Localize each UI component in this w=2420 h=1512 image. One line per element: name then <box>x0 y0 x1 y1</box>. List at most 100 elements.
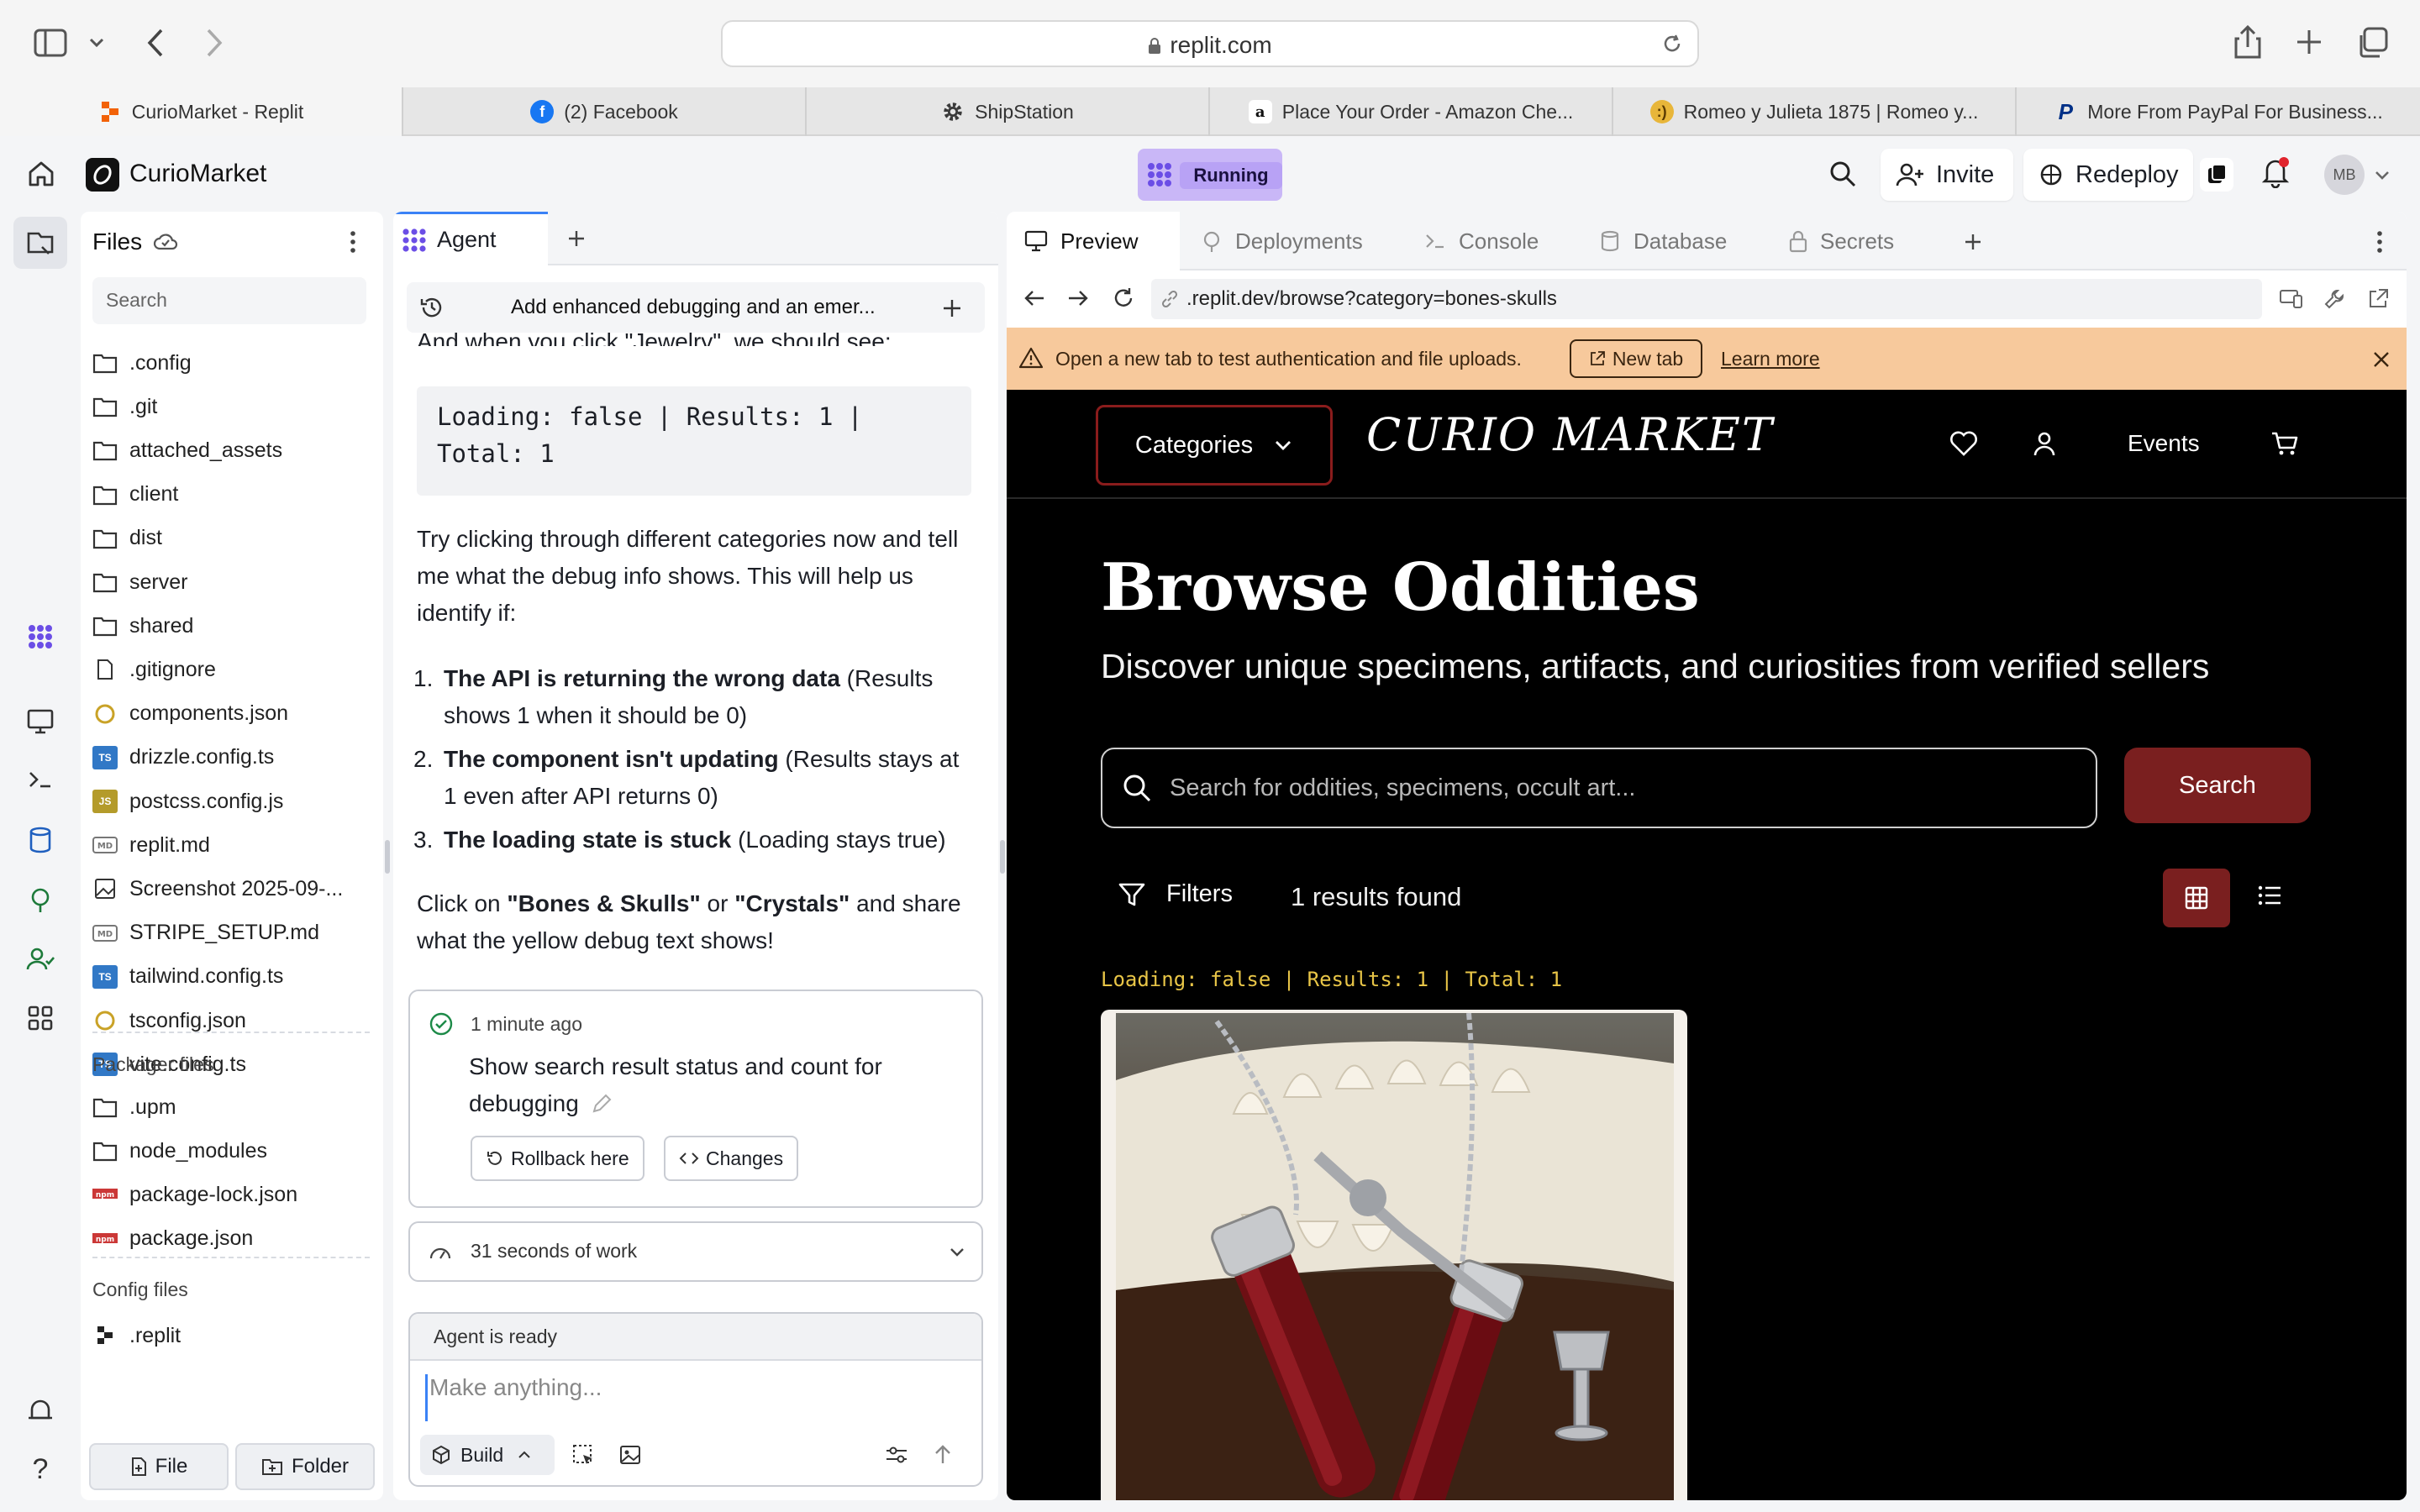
reload-icon[interactable] <box>1660 32 1684 55</box>
new-tab-button[interactable]: New tab <box>1570 339 1702 378</box>
filters-button[interactable]: Filters <box>1118 880 1233 908</box>
address-bar[interactable]: replit.com <box>721 20 1699 67</box>
avatar[interactable]: MB <box>2324 155 2365 195</box>
grid-view-button[interactable] <box>2163 869 2230 927</box>
chevron-down-icon[interactable] <box>2373 166 2391 185</box>
browser-tab-shipstation[interactable]: ShipStation <box>807 87 1210 136</box>
list-view-button[interactable] <box>2257 884 2282 907</box>
close-icon[interactable] <box>2371 349 2391 370</box>
preview-url-field[interactable]: .replit.dev/browse?category=bones-skulls <box>1151 279 2262 319</box>
forward-arrow-icon[interactable] <box>202 27 227 59</box>
folder-row[interactable]: .git <box>92 388 157 425</box>
preview-menu-icon[interactable] <box>2376 230 2383 254</box>
tab-preview[interactable]: Preview <box>1007 212 1180 270</box>
browser-tab-facebook[interactable]: f (2) Facebook <box>403 87 807 136</box>
file-row[interactable]: npm package.json <box>92 1221 253 1257</box>
search-icon[interactable] <box>1828 160 1857 188</box>
notification-bell-icon[interactable] <box>2260 156 2291 188</box>
panel-resize-handle[interactable] <box>385 840 390 874</box>
rollback-button[interactable]: Rollback here <box>471 1136 644 1181</box>
tab-agent[interactable]: Agent <box>393 212 548 265</box>
cart-icon[interactable] <box>2270 430 2299 457</box>
file-row[interactable]: tsconfig.json <box>92 1002 246 1039</box>
file-row[interactable]: .replit <box>92 1317 181 1354</box>
browser-tab-replit[interactable]: CurioMarket - Replit <box>0 87 403 136</box>
deployments-icon[interactable] <box>24 884 57 917</box>
database-icon[interactable] <box>24 823 57 857</box>
file-row[interactable]: components.json <box>92 696 288 732</box>
add-tab-icon[interactable] <box>1963 232 1983 252</box>
folder-row[interactable]: dist <box>92 520 162 557</box>
events-link[interactable]: Events <box>2128 430 2200 457</box>
browser-tab-romeo[interactable]: :) Romeo y Julieta 1875 | Romeo y... <box>1613 87 2017 136</box>
devices-icon[interactable] <box>2279 287 2304 311</box>
agent-icon[interactable] <box>24 620 57 654</box>
folder-row[interactable]: attached_assets <box>92 432 282 469</box>
chevron-down-icon[interactable] <box>87 34 106 52</box>
home-icon[interactable] <box>27 160 55 188</box>
sidebar-toggle-icon[interactable] <box>34 29 67 57</box>
site-logo[interactable]: CURIO MARKET <box>1366 408 1774 461</box>
apps-grid-icon[interactable] <box>24 1001 57 1035</box>
tab-secrets[interactable]: Secrets <box>1771 212 1911 270</box>
file-row[interactable]: MD STRIPE_SETUP.md <box>92 915 319 952</box>
changes-button[interactable]: Changes <box>664 1136 799 1181</box>
select-element-icon[interactable] <box>571 1443 595 1467</box>
file-row[interactable]: TS tailwind.config.ts <box>92 958 283 995</box>
panel-resize-handle[interactable] <box>1000 840 1005 874</box>
product-card[interactable] <box>1101 1010 1687 1500</box>
file-row[interactable]: TS drizzle.config.ts <box>92 739 274 776</box>
build-mode-button[interactable]: Build <box>420 1435 555 1475</box>
file-row[interactable]: .gitignore <box>92 651 216 688</box>
files-search-input[interactable]: Search <box>92 277 366 324</box>
preview-reload-icon[interactable] <box>1111 286 1136 311</box>
open-external-icon[interactable] <box>2366 287 2390 311</box>
back-arrow-icon[interactable] <box>143 27 168 59</box>
new-file-button[interactable]: File <box>89 1443 229 1490</box>
account-icon[interactable] <box>2032 430 2057 457</box>
preview-monitor-icon[interactable] <box>24 704 57 738</box>
file-row[interactable]: Screenshot 2025-09-... <box>92 870 343 907</box>
history-icon[interactable] <box>418 294 445 321</box>
new-thread-icon[interactable] <box>941 297 963 319</box>
preview-back-icon[interactable] <box>1022 286 1047 311</box>
heart-icon[interactable] <box>1949 430 1978 457</box>
tab-console[interactable]: Console <box>1407 212 1555 270</box>
tab-overview-icon[interactable] <box>2356 27 2388 59</box>
folder-row[interactable]: shared <box>92 607 193 644</box>
deploy-status-icon[interactable] <box>2200 158 2233 192</box>
agent-message-input[interactable]: Make anything... <box>425 1374 963 1421</box>
folder-row[interactable]: .config <box>92 344 192 381</box>
settings-sliders-icon[interactable] <box>884 1443 909 1467</box>
new-folder-button[interactable]: Folder <box>235 1443 375 1490</box>
alerts-icon[interactable] <box>24 1394 57 1428</box>
folder-row[interactable]: client <box>92 476 178 513</box>
learn-more-link[interactable]: Learn more <box>1721 348 1820 370</box>
project-name[interactable]: CurioMarket <box>129 160 266 188</box>
edit-pencil-icon[interactable] <box>591 1093 613 1115</box>
user-check-icon[interactable] <box>24 942 57 976</box>
preview-forward-icon[interactable] <box>1065 286 1091 311</box>
help-icon[interactable]: ? <box>24 1453 57 1487</box>
categories-dropdown[interactable]: Categories <box>1096 405 1333 486</box>
share-icon[interactable] <box>2233 24 2262 60</box>
folder-row[interactable]: server <box>92 564 187 601</box>
devtools-wrench-icon[interactable] <box>2323 287 2346 311</box>
files-menu-icon[interactable] <box>350 230 360 254</box>
browser-tab-amazon[interactable]: a Place Your Order - Amazon Che... <box>1210 87 1613 136</box>
redeploy-button[interactable]: Redeploy <box>2023 149 2193 201</box>
tab-database[interactable]: Database <box>1581 212 1744 270</box>
work-summary-toggle[interactable]: 31 seconds of work <box>408 1221 983 1282</box>
invite-button[interactable]: Invite <box>1881 149 2013 201</box>
file-row[interactable]: npm package-lock.json <box>92 1176 297 1213</box>
folder-row[interactable]: node_modules <box>92 1132 267 1169</box>
tab-deployments[interactable]: Deployments <box>1183 212 1380 270</box>
file-row[interactable]: MD replit.md <box>92 827 210 864</box>
new-tab-icon[interactable] <box>2296 29 2323 55</box>
send-arrow-icon[interactable] <box>931 1443 955 1467</box>
oddities-search-input[interactable]: Search for oddities, specimens, occult a… <box>1101 748 2097 828</box>
image-attach-icon[interactable] <box>618 1443 642 1467</box>
add-tab-icon[interactable] <box>566 228 587 249</box>
console-icon[interactable] <box>24 763 57 796</box>
file-row[interactable]: JS postcss.config.js <box>92 783 283 820</box>
